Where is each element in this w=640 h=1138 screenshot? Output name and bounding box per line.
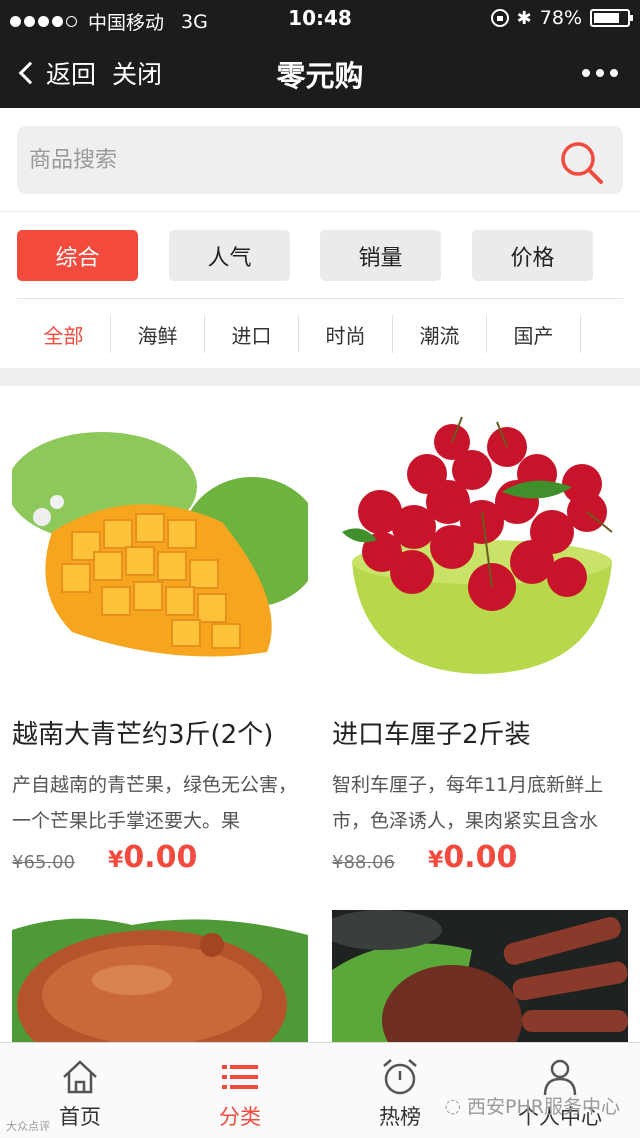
king-crab-image[interactable] xyxy=(332,910,628,1050)
category-domestic[interactable]: 国产 xyxy=(487,315,581,353)
more-dots-icon[interactable] xyxy=(582,69,618,77)
sale-price: ¥0.00 xyxy=(108,840,197,875)
original-price: ¥88.06 xyxy=(332,852,395,873)
tab-bar: 首页 分类 热榜 个人中心 xyxy=(0,1042,640,1138)
category-seafood[interactable]: 海鲜 xyxy=(111,315,205,353)
category-fashion[interactable]: 时尚 xyxy=(299,315,393,353)
home-icon xyxy=(63,1060,97,1094)
product-card[interactable]: 越南大青芒约3斤(2个) 产自越南的青芒果，绿色无公害，一个芒果比手掌还要大。果… xyxy=(12,402,308,882)
category-tabs: 全部 海鲜 进口 时尚 潮流 国产 xyxy=(17,315,637,353)
sort-tab-popularity[interactable]: 人气 xyxy=(169,230,290,281)
original-price: ¥65.00 xyxy=(12,852,75,873)
sort-tabs: 综合 人气 销量 价格 xyxy=(0,230,640,282)
divider xyxy=(17,298,623,299)
nav-bar: 返回 关闭 零元购 xyxy=(0,36,640,108)
mango-image xyxy=(12,402,308,698)
category-imported[interactable]: 进口 xyxy=(205,315,299,353)
sale-price: ¥0.00 xyxy=(428,840,517,875)
back-label: 返回 xyxy=(46,60,97,89)
close-button[interactable]: 关闭 xyxy=(112,55,162,91)
sort-tab-price[interactable]: 价格 xyxy=(472,230,593,281)
tab-profile[interactable]: 个人中心 xyxy=(480,1043,640,1138)
sort-tab-sales[interactable]: 销量 xyxy=(320,230,441,281)
watermark-text: 西安PHR服务中心 xyxy=(467,1096,620,1118)
category-trend[interactable]: 潮流 xyxy=(393,315,487,353)
tab-hot[interactable]: 热榜 xyxy=(320,1043,480,1138)
product-title: 越南大青芒约3斤(2个) xyxy=(12,720,274,750)
category-all[interactable]: 全部 xyxy=(17,315,111,353)
product-card[interactable]: 进口车厘子2斤装 智利车厘子，每年11月底新鲜上市，色泽诱人，果肉紧实且含水 ¥… xyxy=(332,402,628,882)
product-desc: 智利车厘子，每年11月底新鲜上市，色泽诱人，果肉紧实且含水 xyxy=(332,774,604,832)
watermark: ◌ 西安PHR服务中心 xyxy=(444,1092,620,1119)
tab-label: 分类 xyxy=(219,1105,261,1129)
price-value: 0.00 xyxy=(123,840,198,875)
search-area xyxy=(0,108,640,212)
list-icon xyxy=(222,1065,258,1089)
status-right: ✱ 78% xyxy=(490,7,633,29)
crab-image[interactable] xyxy=(12,910,308,1050)
rotation-lock-icon xyxy=(490,9,509,27)
back-button[interactable]: 返回 xyxy=(18,55,96,91)
price-value: 0.00 xyxy=(443,840,518,875)
bluetooth-icon: ✱ xyxy=(516,7,532,29)
currency-symbol: ¥ xyxy=(108,848,124,873)
search-input[interactable] xyxy=(29,140,529,180)
search-icon[interactable] xyxy=(559,140,603,184)
search-box xyxy=(17,126,623,194)
alarm-clock-icon xyxy=(383,1059,417,1095)
cherry-image xyxy=(332,402,628,698)
tab-category[interactable]: 分类 xyxy=(160,1043,320,1138)
currency-symbol: ¥ xyxy=(428,848,444,873)
product-desc: 产自越南的青芒果，绿色无公害，一个芒果比手掌还要大。果 xyxy=(12,774,298,832)
battery-percent: 78% xyxy=(539,7,582,29)
product-title: 进口车厘子2斤装 xyxy=(332,720,531,750)
wechat-icon: ◌ xyxy=(444,1094,462,1117)
section-separator xyxy=(0,368,640,386)
person-icon xyxy=(543,1059,577,1096)
chevron-left-icon xyxy=(18,61,42,85)
sort-tab-comprehensive[interactable]: 综合 xyxy=(17,230,138,281)
status-bar: 中国移动 3G 10:48 ✱ 78% xyxy=(0,0,640,36)
battery-icon xyxy=(590,9,633,27)
watermark-small: 大众点评 xyxy=(6,1120,50,1133)
